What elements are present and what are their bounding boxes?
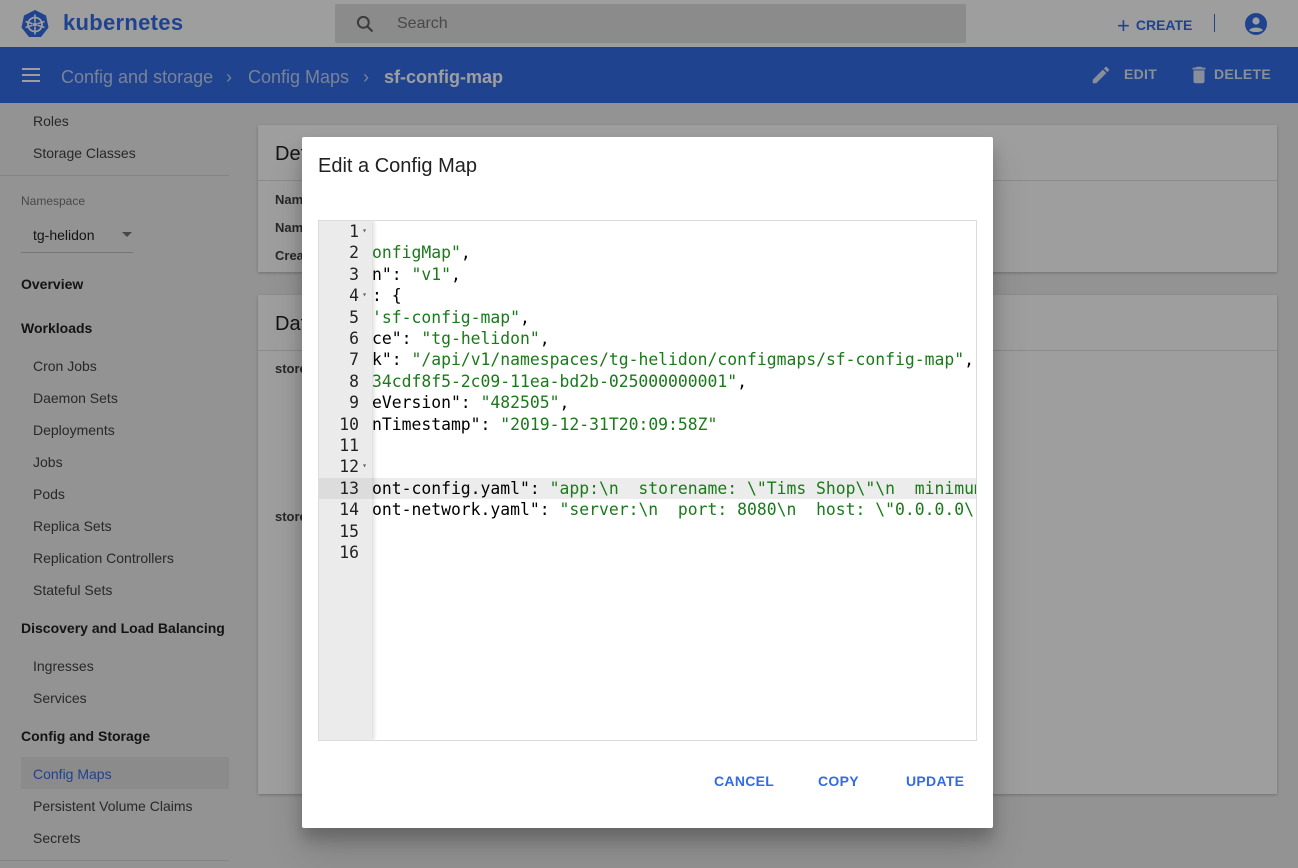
code-string: "2019-12-31T20:09:58Z"	[500, 414, 718, 434]
line-number-text: 10	[339, 414, 359, 434]
code-key: ont-network.yaml":	[372, 500, 560, 520]
line-number-text: 11	[339, 436, 359, 455]
code-line[interactable]	[372, 435, 976, 456]
line-number: 12 ▾	[319, 456, 372, 477]
code-line[interactable]: k": "/api/v1/namespaces/tg-helidon/confi…	[372, 349, 976, 370]
line-number-text: 4	[349, 286, 359, 306]
code-punctuation: ,	[737, 371, 747, 391]
code-key: n":	[372, 264, 412, 284]
line-number-text: 1	[349, 222, 359, 241]
line-number: 1 ▾	[319, 221, 372, 242]
fold-arrow-icon[interactable]: ▾	[362, 455, 367, 476]
line-number: 4 ▾	[319, 285, 372, 306]
code-line[interactable]: eVersion": "482505",	[372, 392, 976, 413]
line-number-text: 14	[339, 500, 359, 520]
line-number-text: 8	[349, 371, 359, 391]
line-number-text: 7	[349, 350, 359, 370]
code-line[interactable]: ont-network.yaml": "server:\n port: 8080…	[372, 499, 976, 520]
line-number: 2	[319, 242, 372, 263]
code-key: k":	[372, 350, 412, 370]
code-punctuation: ,	[520, 307, 530, 327]
code-string: "/api/v1/namespaces/tg-helidon/configmap…	[411, 350, 965, 370]
fold-arrow-icon[interactable]: ▾	[362, 221, 367, 241]
code-punctuation: ,	[539, 329, 550, 348]
line-number-text: 5	[349, 307, 359, 327]
code-key: : {	[372, 286, 402, 306]
line-number: 14	[319, 499, 372, 520]
line-number: 13	[319, 477, 372, 500]
line-number-text: 12	[339, 457, 359, 477]
code-key: ont-config.yaml":	[372, 478, 550, 498]
code-key: eVersion":	[372, 393, 481, 413]
code-line[interactable]	[372, 456, 976, 477]
line-number: 3	[319, 264, 372, 285]
code-string: onfigMap"	[372, 243, 461, 263]
code-string: "v1"	[411, 264, 451, 284]
code-line[interactable]	[372, 221, 976, 242]
code-key: nTimestamp":	[372, 414, 501, 434]
code-punctuation: ,	[964, 350, 974, 370]
line-number: 11	[319, 435, 372, 456]
line-number: 7	[319, 349, 372, 370]
code-editor[interactable]: 1 ▾ 2 3 4 ▾ 5 6 7 8 9 10 11 12 ▾ 13 14 15 16 onfigMap", n":…	[318, 220, 977, 741]
code-string: "tg-helidon"	[421, 329, 540, 348]
line-number-text: 13	[339, 478, 359, 498]
code-punctuation: ,	[460, 243, 471, 263]
code-area[interactable]: onfigMap", n": "v1",: {'sf-config-map", ce…	[372, 221, 976, 740]
code-string: "server:\n port: 8080\n host: \"0.0.0.0\…	[559, 500, 977, 520]
code-line[interactable]: : {	[372, 285, 976, 306]
code-line[interactable]: 'sf-config-map",	[372, 307, 976, 328]
code-punctuation: ,	[559, 393, 570, 413]
line-number: 16	[319, 542, 372, 563]
copy-button[interactable]: COPY	[818, 773, 859, 789]
code-string: 34cdf8f5-2c09-11ea-bd2b-025000000001"	[372, 371, 738, 391]
line-number-text: 2	[349, 243, 359, 263]
dialog-title: Edit a Config Map	[318, 155, 477, 177]
line-number-text: 9	[349, 393, 359, 413]
line-number: 8	[319, 371, 372, 392]
code-punctuation: ,	[450, 264, 461, 284]
cancel-button[interactable]: CANCEL	[714, 773, 774, 789]
dialog-actions: CANCEL COPY UPDATE	[302, 773, 993, 793]
line-number: 5	[319, 307, 372, 328]
line-number: 9	[319, 392, 372, 413]
line-number: 10	[319, 414, 372, 435]
code-string: 'sf-config-map"	[372, 307, 521, 327]
code-key: ce":	[372, 329, 422, 348]
update-button[interactable]: UPDATE	[906, 773, 964, 789]
edit-config-map-dialog: Edit a Config Map 1 ▾ 2 3 4 ▾ 5 6 7 8 9 10 11 12 ▾ 13 14…	[302, 137, 993, 828]
line-number: 15	[319, 521, 372, 542]
fold-arrow-icon[interactable]: ▾	[362, 284, 367, 305]
code-line[interactable]: ce": "tg-helidon",	[372, 328, 976, 349]
code-line[interactable]: nTimestamp": "2019-12-31T20:09:58Z"	[372, 414, 976, 435]
code-line[interactable]	[372, 521, 976, 542]
code-line[interactable]: 34cdf8f5-2c09-11ea-bd2b-025000000001",	[372, 371, 976, 392]
line-number-gutter: 1 ▾ 2 3 4 ▾ 5 6 7 8 9 10 11 12 ▾ 13 14 15 16	[319, 221, 372, 740]
code-string: "app:\n storename: \"Tims Shop\"\n minim…	[549, 478, 977, 498]
code-string: "482505"	[480, 393, 560, 413]
code-line[interactable]: onfigMap",	[372, 242, 976, 263]
line-number-text: 3	[349, 264, 359, 284]
line-number-text: 6	[349, 329, 359, 348]
code-line[interactable]: ont-config.yaml": "app:\n storename: \"T…	[372, 477, 977, 500]
code-line[interactable]: n": "v1",	[372, 264, 976, 285]
code-line[interactable]	[372, 542, 976, 563]
line-number: 6	[319, 328, 372, 349]
line-number-text: 16	[339, 543, 359, 562]
line-number-text: 15	[339, 521, 359, 541]
